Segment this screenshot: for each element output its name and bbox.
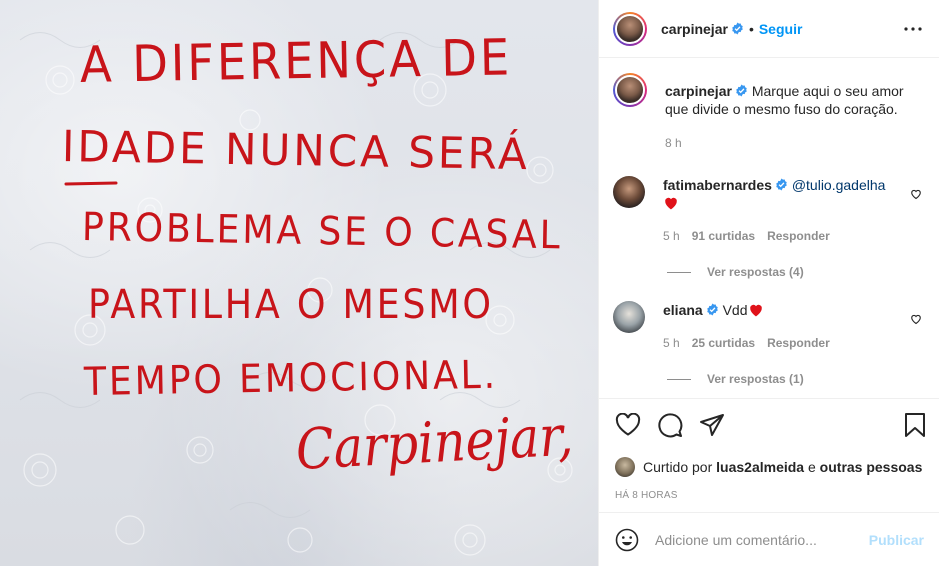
comment-like-icon[interactable] (910, 313, 922, 325)
comment-time[interactable]: 5 h (663, 227, 680, 245)
reply-button[interactable]: Responder (767, 334, 830, 352)
save-bookmark-icon[interactable] (904, 412, 926, 438)
comment-time[interactable]: 5 h (663, 334, 680, 352)
verified-badge-icon (706, 303, 718, 316)
follow-button[interactable]: Seguir (759, 21, 803, 37)
more-options-icon[interactable] (901, 17, 925, 41)
author-username[interactable]: carpinejar (661, 21, 728, 37)
commenter-avatar[interactable] (613, 176, 645, 208)
comment-item: eliana Vdd 5 h 25 curtidas Responder (613, 301, 926, 352)
signature: Carpinejar, (294, 403, 575, 483)
comment-likes-count[interactable]: 91 curtidas (692, 227, 755, 245)
comment-item: fatimabernardes @tulio.gadelha 5 h 91 cu… (613, 176, 926, 245)
post-timestamp[interactable]: HÁ 8 HORAS (615, 490, 926, 501)
post-side-panel: carpinejar • Seguir carpinejar Marque aq… (598, 0, 939, 566)
post-header: carpinejar • Seguir (599, 0, 939, 58)
commenter-username[interactable]: fatimabernardes (663, 177, 772, 193)
message-line-5: TEMPO EMOCIONAL. (83, 352, 499, 405)
caption-author-avatar[interactable] (613, 73, 647, 107)
add-comment-form: Publicar (599, 512, 939, 566)
verified-badge-icon (776, 178, 787, 191)
header-separator: • (748, 20, 754, 37)
replies-divider (667, 271, 691, 273)
publish-button[interactable]: Publicar (869, 532, 924, 548)
comment-like-icon[interactable] (910, 188, 922, 200)
comment-input[interactable] (655, 531, 869, 548)
view-replies-button[interactable]: Ver respostas (1) (667, 372, 926, 386)
view-replies-button[interactable]: Ver respostas (4) (667, 265, 926, 279)
message-line-2: IDADE NUNCA SERÁ (61, 122, 531, 181)
comment-bubble-icon[interactable] (657, 412, 683, 438)
comments-section[interactable]: carpinejar Marque aqui o seu amor que di… (599, 59, 939, 398)
caption-username[interactable]: carpinejar (665, 83, 732, 99)
commenter-username[interactable]: eliana (663, 302, 703, 318)
commenter-avatar[interactable] (613, 301, 645, 333)
comment-text: Vdd (722, 302, 748, 318)
view-replies-label: Ver respostas (1) (707, 372, 804, 386)
heart-emoji-icon (663, 196, 926, 214)
liked-by-joiner: e (807, 459, 816, 475)
verified-badge-icon (732, 22, 743, 35)
liked-by-others[interactable]: outras pessoas (820, 459, 923, 475)
liked-by[interactable]: Curtido por luas2almeida e outras pessoa… (615, 457, 926, 477)
post-image[interactable]: A DIFERENÇA DE IDADE NUNCA SERÁ PROBLEMA… (0, 0, 598, 566)
verified-badge-icon (736, 84, 747, 97)
heart-emoji-icon (749, 304, 762, 317)
like-heart-icon[interactable] (615, 413, 641, 437)
message-line-1: A DIFERENÇA DE (79, 28, 513, 94)
caption: carpinejar Marque aqui o seu amor que di… (613, 73, 926, 152)
caption-time[interactable]: 8 h (665, 134, 682, 152)
handwritten-message: A DIFERENÇA DE IDADE NUNCA SERÁ PROBLEMA… (0, 0, 598, 566)
share-paper-plane-icon[interactable] (699, 413, 725, 437)
post-actions: Curtido por luas2almeida e outras pessoa… (599, 398, 939, 501)
liked-by-prefix: Curtido por (643, 459, 713, 475)
comment-likes-count[interactable]: 25 curtidas (692, 334, 755, 352)
comment-mention-link[interactable]: @tulio.gadelha (792, 177, 886, 193)
view-replies-label: Ver respostas (4) (707, 265, 804, 279)
liked-by-user[interactable]: luas2almeida (716, 459, 804, 475)
emoji-icon[interactable] (615, 528, 639, 552)
message-line-4: PARTILHA O MESMO (88, 282, 494, 328)
author-avatar[interactable] (613, 11, 647, 46)
replies-divider (667, 378, 691, 380)
liker-avatar[interactable] (615, 457, 635, 477)
message-line-3: PROBLEMA SE O CASAL (81, 205, 563, 259)
reply-button[interactable]: Responder (767, 227, 830, 245)
